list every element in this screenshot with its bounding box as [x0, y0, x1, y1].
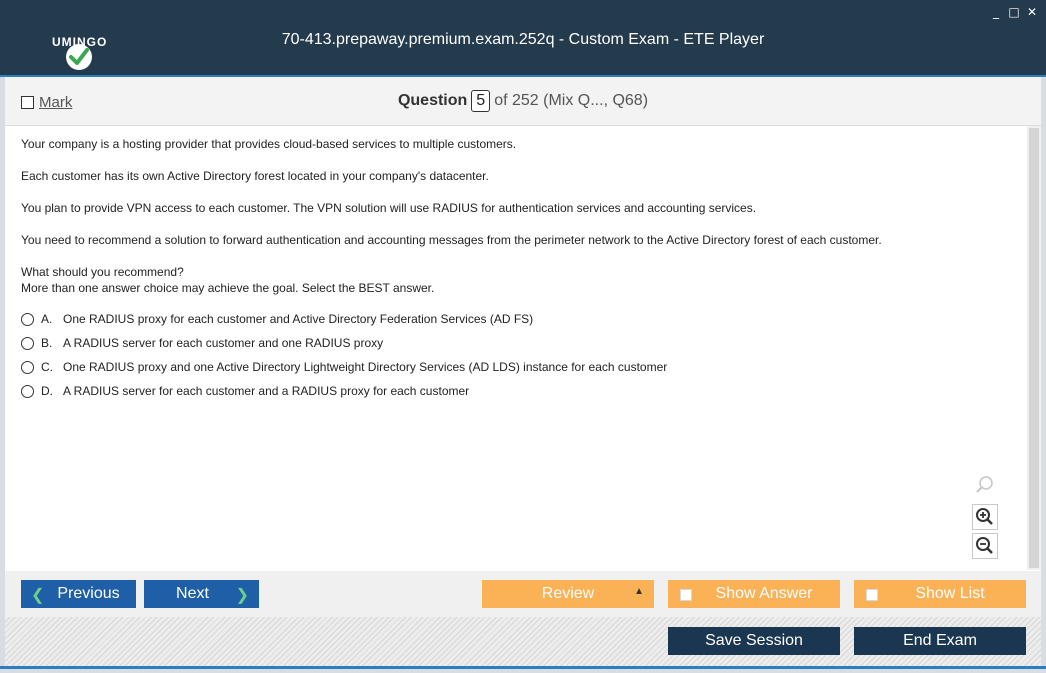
review-button[interactable]: Review ▲ [482, 580, 654, 608]
radio-button[interactable] [21, 360, 34, 374]
review-label: Review [541, 585, 595, 602]
bottom-frame [0, 666, 1046, 673]
show-list-label: Show List [915, 585, 985, 602]
option-text[interactable]: A RADIUS server for each customer and on… [63, 336, 383, 350]
answer-option-d[interactable]: D. A RADIUS server for each customer and… [21, 384, 469, 398]
vertical-scrollbar[interactable] [1027, 126, 1041, 570]
triangle-up-icon[interactable]: ▲ [634, 586, 644, 597]
checkbox-icon[interactable] [866, 589, 878, 601]
option-letter: D. [41, 384, 53, 398]
zoom-out-icon[interactable] [972, 533, 998, 559]
chevron-left-icon: ❮ [31, 587, 45, 604]
checkbox-icon[interactable] [680, 589, 692, 601]
question-prompt: What should you recommend? [21, 265, 184, 279]
scrollbar-thumb[interactable] [1029, 128, 1039, 568]
show-answer-button[interactable]: Show Answer [668, 580, 840, 608]
question-bar: Mark Question 5 of 252 (Mix Q..., Q68) [5, 77, 1041, 126]
option-text[interactable]: One RADIUS proxy for each customer and A… [63, 312, 533, 326]
next-button[interactable]: Next ❯ [144, 580, 259, 608]
show-list-button[interactable]: Show List [854, 580, 1026, 608]
answer-option-b[interactable]: B. A RADIUS server for each customer and… [21, 336, 383, 350]
radio-button[interactable] [21, 336, 34, 350]
next-label: Next [176, 585, 209, 602]
minimize-button[interactable]: _ [990, 5, 1002, 19]
answer-option-c[interactable]: C. One RADIUS proxy and one Active Direc… [21, 360, 667, 374]
navigation-bar: ❮ Previous Next ❯ Review ▲ Show Answer S… [5, 571, 1041, 617]
chevron-right-icon: ❯ [235, 587, 249, 604]
bottom-accent [0, 666, 1046, 669]
option-letter: A. [41, 312, 53, 326]
question-paragraph: Your company is a hosting provider that … [21, 137, 517, 151]
end-exam-button[interactable]: End Exam [854, 627, 1026, 655]
previous-label: Previous [57, 585, 120, 602]
title-bar: UMINGO 70-413.prepaway.premium.exam.252q… [0, 0, 1046, 75]
session-bar: Save Session End Exam [5, 617, 1041, 666]
radio-button[interactable] [21, 312, 34, 326]
radio-button[interactable] [21, 384, 34, 398]
close-button[interactable]: ✕ [1026, 5, 1038, 19]
question-label: Question [397, 92, 468, 109]
show-answer-label: Show Answer [715, 585, 813, 602]
window-title: 70-413.prepaway.premium.exam.252q - Cust… [281, 31, 765, 48]
question-total: of 252 (Mix Q..., Q68) [494, 92, 649, 109]
question-content: Your company is a hosting provider that … [5, 126, 1027, 570]
question-paragraph: You plan to provide VPN access to each c… [21, 201, 757, 215]
question-instruction: More than one answer choice may achieve … [21, 281, 435, 295]
option-text[interactable]: One RADIUS proxy and one Active Director… [63, 360, 667, 374]
option-letter: B. [41, 336, 53, 350]
save-session-button[interactable]: Save Session [668, 627, 840, 655]
end-exam-label: End Exam [903, 632, 977, 649]
search-icon[interactable] [972, 473, 996, 497]
answer-option-a[interactable]: A. One RADIUS proxy for each customer an… [21, 312, 533, 326]
zoom-in-icon[interactable] [972, 504, 998, 530]
maximize-button[interactable]: □ [1008, 5, 1020, 19]
right-frame [1041, 77, 1046, 673]
question-counter: Question 5 of 252 (Mix Q..., Q68) [5, 90, 1041, 112]
window-controls: _ □ ✕ [990, 5, 1038, 19]
question-number-input[interactable]: 5 [471, 90, 491, 112]
save-session-label: Save Session [705, 632, 803, 649]
question-paragraph: Each customer has its own Active Directo… [21, 169, 489, 183]
option-letter: C. [41, 360, 53, 374]
question-paragraph: You need to recommend a solution to forw… [21, 233, 882, 247]
previous-button[interactable]: ❮ Previous [21, 580, 136, 608]
option-text[interactable]: A RADIUS server for each customer and a … [63, 384, 469, 398]
